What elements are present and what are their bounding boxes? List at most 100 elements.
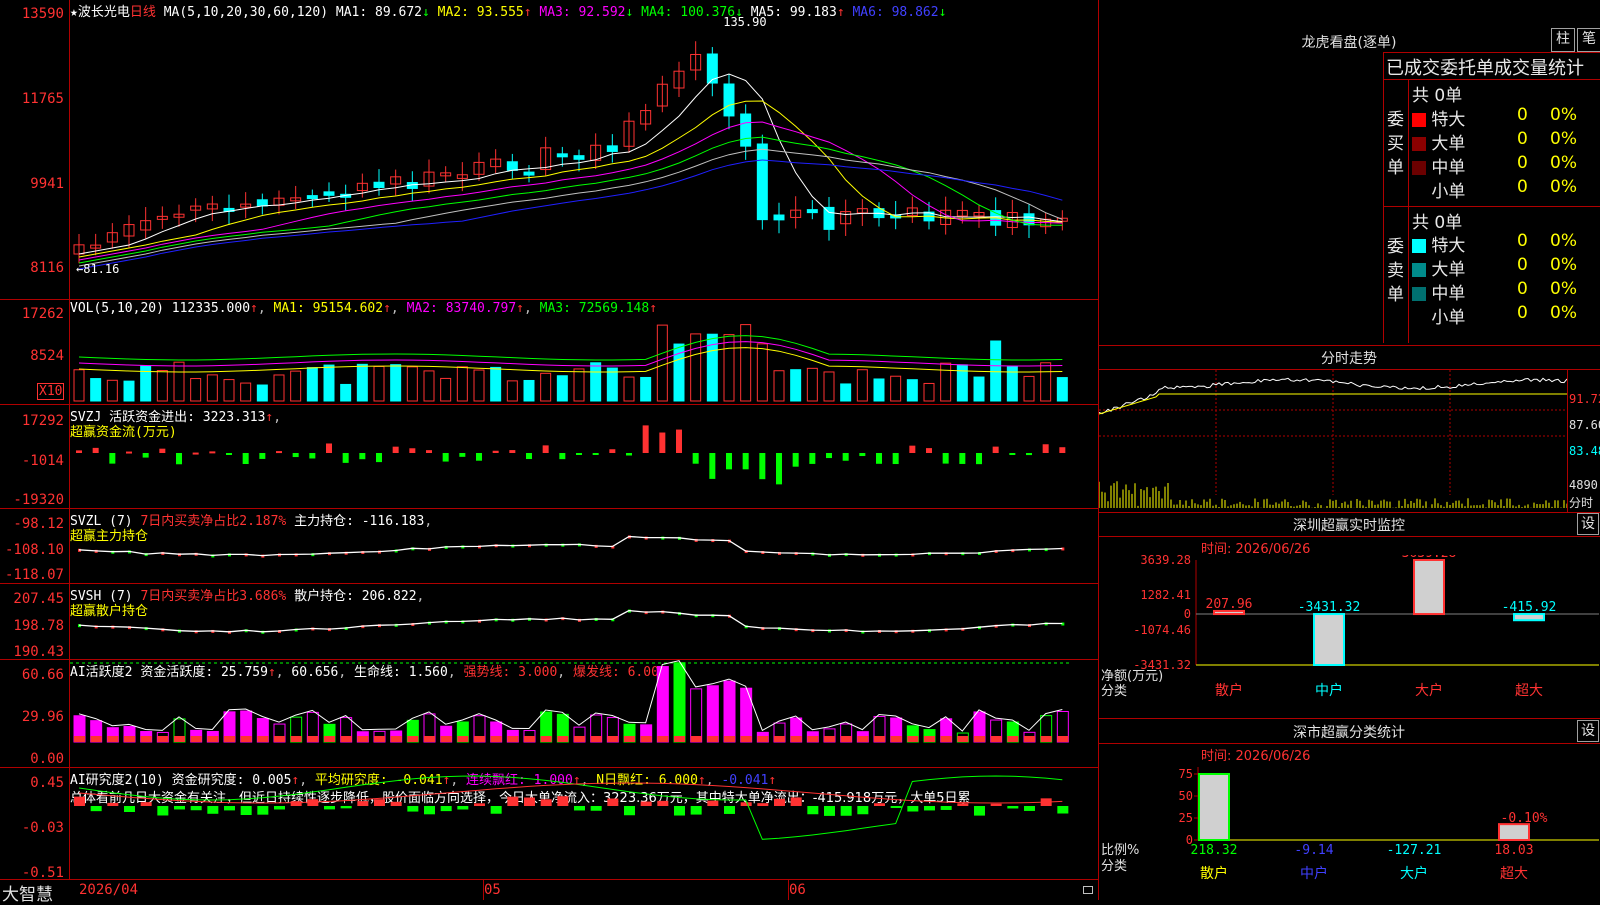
research-bar (324, 806, 335, 810)
flow-bar (642, 425, 649, 453)
sz-class-bar (1198, 773, 1230, 841)
volume-bar (190, 378, 202, 402)
flow-bar (842, 453, 849, 461)
flow-bar (892, 453, 899, 465)
research-bar (990, 803, 1002, 806)
buy-swatch (1412, 113, 1426, 127)
volume-bar (1023, 375, 1035, 402)
buy-swatch (1412, 161, 1426, 175)
svsh-chart[interactable] (70, 584, 1098, 659)
sz-class-settings-button[interactable]: 设 (1577, 720, 1599, 742)
activity-base (840, 736, 852, 742)
candle (506, 161, 518, 171)
activity-base (557, 736, 569, 742)
candle (773, 214, 785, 221)
research-bar (574, 806, 585, 811)
brand-label: 大智慧 (2, 885, 53, 905)
volume-bar (406, 366, 418, 402)
stroke-mode-button[interactable]: 笔 (1577, 28, 1600, 52)
research-bar (474, 803, 485, 806)
candle (306, 195, 318, 200)
activity-base (507, 736, 519, 742)
research-bar (974, 806, 985, 816)
sz-class-value: 218.32 (1191, 843, 1238, 858)
flow-bar (559, 453, 566, 460)
research-bar (790, 797, 802, 806)
ai-active-chart[interactable] (70, 660, 1098, 767)
activity-base (140, 736, 152, 742)
sell-count: 0 (1517, 279, 1528, 299)
vol-arrow: ↑ (250, 301, 258, 316)
candle (806, 209, 818, 214)
date-label: 2026/04 (79, 882, 139, 898)
research-bar (674, 806, 685, 816)
activity-base (74, 736, 85, 742)
sz-monitor-settings-button[interactable]: 设 (1577, 513, 1599, 535)
activity-bar (740, 687, 753, 743)
activity-bar (690, 688, 703, 743)
ai-research-chart[interactable] (70, 768, 1098, 879)
flow-bar (526, 453, 532, 460)
main-chart-area[interactable]: ★波长光电日线 MA(5,10,20,30,60,120) MA1: 89.67… (0, 0, 1099, 905)
sz-monitor-chart[interactable]: 3639.28 1282.41 0 -1074.46 -3431.32 207.96 散户 -… (1099, 555, 1600, 717)
sell-count: 0 (1517, 231, 1528, 251)
volume-bar (73, 369, 85, 402)
buy-count: 0 (1517, 153, 1528, 173)
svsh-yaxis-label: 207.45 (13, 591, 64, 607)
volume-bar (906, 379, 918, 402)
volume-bar (90, 378, 102, 402)
flow-bar (426, 450, 432, 453)
activity-base (107, 736, 119, 742)
volume-bar (556, 375, 568, 402)
volume-bar (173, 361, 185, 402)
sell-row: 中单 0 0% (1412, 279, 1600, 304)
vol-chart[interactable] (70, 317, 1098, 403)
sz-class-value: -127.21 (1387, 843, 1442, 858)
sz-monitor-value: 207.96 (1206, 597, 1253, 612)
activity-base (674, 736, 685, 742)
research-bar (1024, 806, 1035, 811)
volume-bar (890, 375, 902, 402)
svzl-chart[interactable] (70, 509, 1098, 583)
candle (723, 83, 735, 117)
flow-bar (742, 453, 749, 470)
dragon-header: 已成交委托单成交量统计 (1386, 58, 1584, 79)
ma-line (78, 73, 1063, 255)
volume-bar (573, 368, 585, 402)
activity-base (207, 736, 219, 742)
flow-bar (692, 453, 699, 464)
flow-bar (626, 453, 632, 456)
sz-class-note: -0.10% (1501, 811, 1548, 826)
sz-class-category: 散户 (1200, 865, 1228, 882)
candle (740, 113, 752, 147)
kline-yaxis-label: 9941 (30, 176, 64, 192)
buy-row-label: 大单 (1426, 134, 1466, 154)
bar-mode-button[interactable]: 柱 (1551, 28, 1575, 52)
candle (256, 199, 268, 207)
sell-count: 0 (1517, 255, 1528, 275)
flow-bar (142, 453, 149, 458)
kline-chart[interactable] (70, 14, 1098, 298)
flow-bar (876, 453, 882, 464)
research-bar (224, 806, 235, 811)
activity-base (624, 736, 635, 742)
candle (323, 191, 335, 196)
activity-base (274, 736, 285, 742)
candle (823, 206, 835, 230)
vol-value: 112335.000 (171, 301, 251, 316)
ai-active-yaxis-label: 60.66 (21, 667, 64, 683)
minute-y-label: 83.48 (1569, 444, 1600, 458)
research-bar (774, 798, 785, 806)
research-bar (107, 802, 119, 806)
flow-bar (1009, 453, 1016, 455)
minute-chart[interactable] (1099, 370, 1567, 511)
svzj-chart[interactable] (70, 405, 1098, 508)
flow-bar (709, 453, 716, 479)
minute-y-label: 91.72 (1569, 392, 1600, 406)
svzl-yaxis-label: -108.10 (4, 542, 64, 558)
sz-monitor-value: 3639.28 (1402, 555, 1457, 561)
volume-bar (973, 376, 985, 402)
sell-percent: 0% (1550, 279, 1577, 299)
sz-class-chart[interactable]: 7550250218.32散户-9.14中户-127.21大户18.03超大-0… (1099, 762, 1600, 900)
ma-line (78, 159, 1063, 270)
